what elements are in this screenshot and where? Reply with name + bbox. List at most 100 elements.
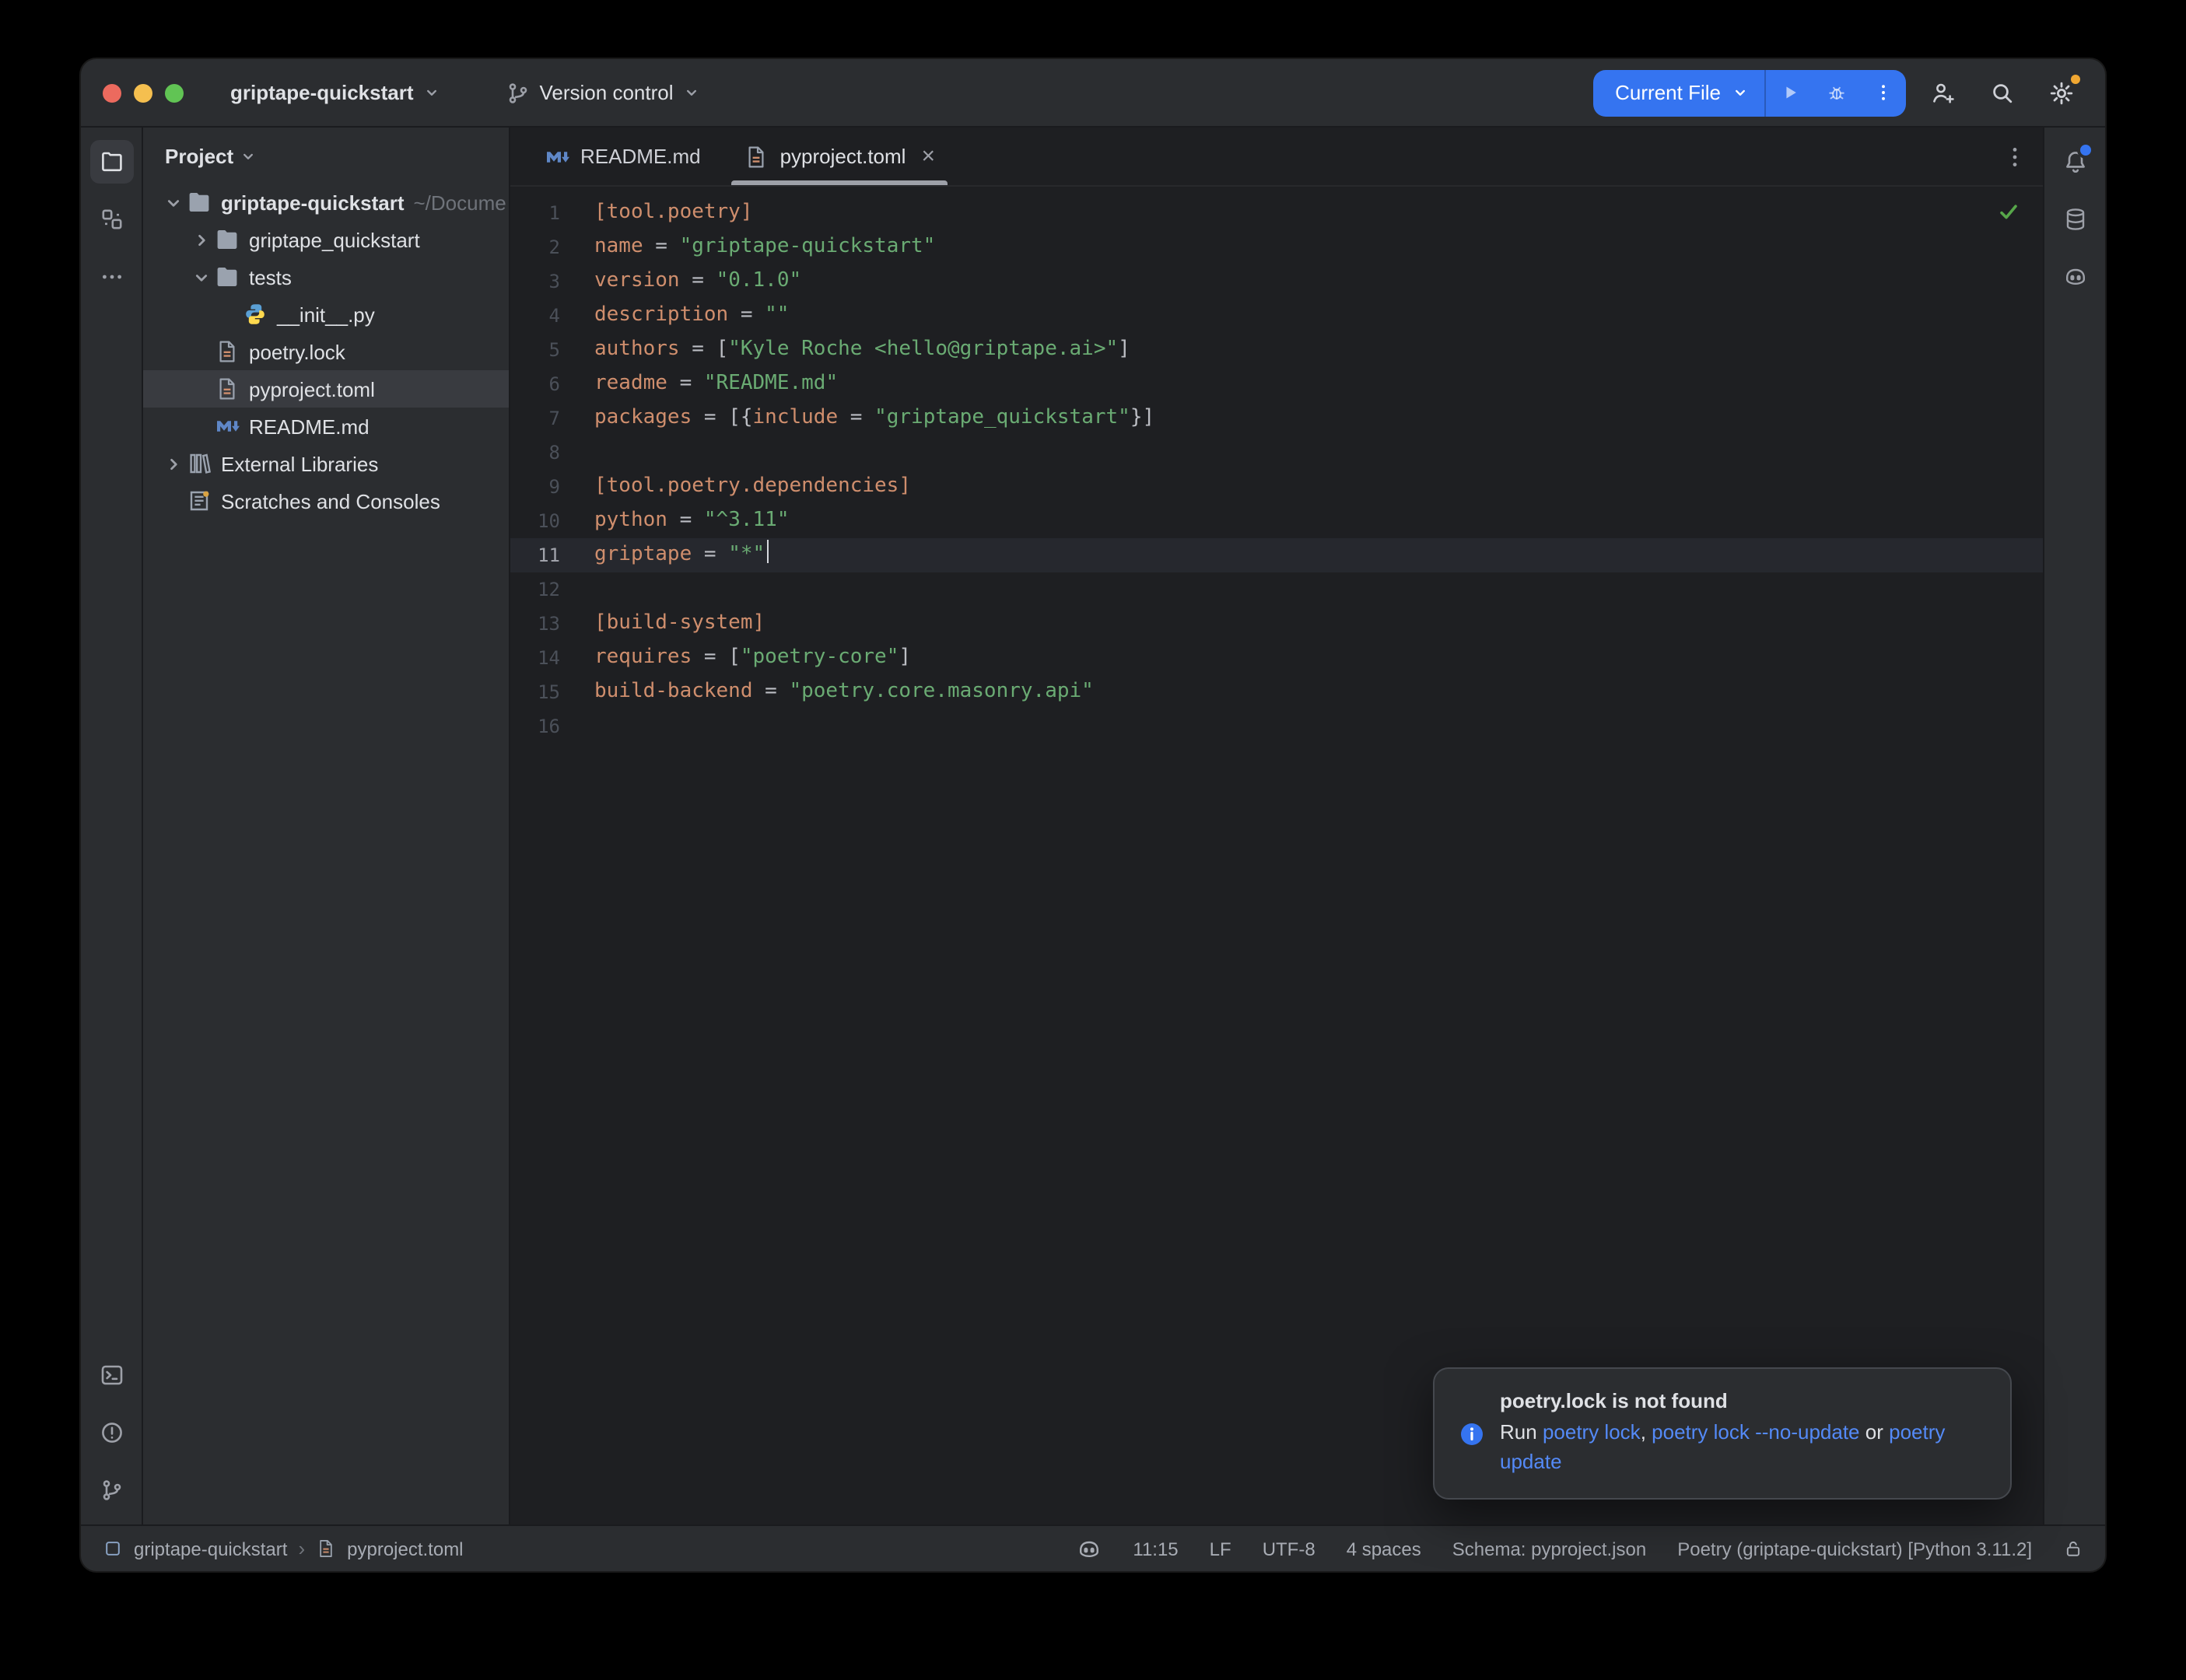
python-icon <box>243 302 268 327</box>
tree-item-label: __init__.py <box>277 303 375 326</box>
status-line-separator[interactable]: LF <box>1210 1538 1231 1559</box>
code-line[interactable]: 8 <box>510 436 2043 470</box>
line-number: 3 <box>510 264 560 299</box>
tree-item[interactable]: README.md <box>143 408 509 445</box>
breadcrumb-file[interactable]: pyproject.toml <box>347 1538 463 1559</box>
code-line[interactable]: 14requires = ["poetry-core"] <box>510 641 2043 675</box>
tree-item[interactable]: __init__.py <box>143 296 509 333</box>
ai-assistant-tool-button[interactable] <box>2053 255 2097 299</box>
run-configuration-selector[interactable]: Current File <box>1593 69 1764 116</box>
tree-item[interactable]: griptape_quickstart <box>143 221 509 258</box>
code-line[interactable]: 9[tool.poetry.dependencies] <box>510 470 2043 504</box>
line-number: 13 <box>510 607 560 641</box>
line-number: 16 <box>510 709 560 744</box>
status-indent[interactable]: 4 spaces <box>1347 1538 1421 1559</box>
breadcrumb-separator: › <box>298 1537 305 1560</box>
tree-item[interactable]: External Libraries <box>143 445 509 482</box>
code-line[interactable]: 12 <box>510 572 2043 607</box>
code-line[interactable]: 7packages = [{include = "griptape_quicks… <box>510 401 2043 436</box>
problems-tool-button[interactable] <box>89 1411 133 1454</box>
project-name-widget[interactable]: griptape-quickstart <box>218 69 453 116</box>
notification-link[interactable]: poetry lock <box>1543 1421 1641 1444</box>
breadcrumb-project[interactable]: griptape-quickstart <box>134 1538 287 1559</box>
tree-item[interactable]: Scratches and Consoles <box>143 482 509 520</box>
chevron-right-icon[interactable] <box>159 453 187 474</box>
tab-README.md[interactable]: README.md <box>523 128 723 185</box>
search-everywhere-button[interactable] <box>1981 71 2024 114</box>
more-run-options-button[interactable] <box>1859 69 1906 116</box>
tab-label: README.md <box>580 145 701 168</box>
lock-icon[interactable] <box>2063 1538 2083 1559</box>
debug-button[interactable] <box>1813 69 1859 116</box>
vcs-widget[interactable]: Version control <box>493 69 713 116</box>
line-number: 11 <box>510 538 560 572</box>
project-tool-button[interactable] <box>89 140 133 184</box>
code-line[interactable]: 6readme = "README.md" <box>510 367 2043 401</box>
code-line[interactable]: 13[build-system] <box>510 607 2043 641</box>
code-text: packages = [{include = "griptape_quickst… <box>594 401 1154 436</box>
chevron-down-icon <box>683 84 700 101</box>
run-button[interactable] <box>1766 69 1813 116</box>
more-tool-windows-button[interactable] <box>89 255 133 299</box>
chevron-down-icon <box>423 84 440 101</box>
scratches-icon <box>187 488 212 513</box>
chevron-down-icon[interactable] <box>159 192 187 212</box>
copilot-icon[interactable] <box>1077 1536 1102 1561</box>
tree-item[interactable]: tests <box>143 258 509 296</box>
tree-item[interactable]: poetry.lock <box>143 333 509 370</box>
bell-icon <box>2062 149 2087 174</box>
tab-options-button[interactable] <box>2002 144 2027 169</box>
tree-item-label: Scratches and Consoles <box>221 489 440 513</box>
code-line[interactable]: 11griptape = "*" <box>510 538 2043 572</box>
status-cursor-position[interactable]: 11:15 <box>1133 1538 1178 1559</box>
notification-link[interactable]: poetry lock --no-update <box>1652 1421 1859 1444</box>
titlebar-right-group: Current File <box>1593 69 2083 116</box>
notifications-button[interactable] <box>2053 140 2097 184</box>
markdown-icon <box>545 144 569 169</box>
minimize-window-button[interactable] <box>134 83 152 102</box>
structure-tool-button[interactable] <box>89 198 133 241</box>
maximize-window-button[interactable] <box>165 83 184 102</box>
status-schema[interactable]: Schema: pyproject.json <box>1452 1538 1646 1559</box>
ai-assistant-icon <box>2062 264 2087 289</box>
chevron-right-icon[interactable] <box>187 229 215 250</box>
status-interpreter[interactable]: Poetry (griptape-quickstart) [Python 3.1… <box>1677 1538 2032 1559</box>
version-control-tool-button[interactable] <box>89 1468 133 1512</box>
code-with-me-button[interactable] <box>1922 71 1965 114</box>
terminal-tool-button[interactable] <box>89 1353 133 1397</box>
project-panel-header[interactable]: Project <box>143 128 509 184</box>
code-line[interactable]: 10python = "^3.11" <box>510 504 2043 538</box>
code-editor[interactable]: 1[tool.poetry]2name = "griptape-quicksta… <box>510 187 2043 1524</box>
code-line[interactable]: 1[tool.poetry] <box>510 196 2043 230</box>
code-line[interactable]: 3version = "0.1.0" <box>510 264 2043 299</box>
tree-item-label: tests <box>249 265 292 289</box>
code-line[interactable]: 2name = "griptape-quickstart" <box>510 230 2043 264</box>
project-square-icon <box>103 1538 123 1559</box>
editor-area: README.md pyproject.toml× 1[tool.poetry]2… <box>510 128 2043 1524</box>
terminal-icon <box>99 1363 124 1388</box>
status-encoding[interactable]: UTF-8 <box>1263 1538 1315 1559</box>
code-line[interactable]: 16 <box>510 709 2043 744</box>
chevron-down-icon[interactable] <box>187 267 215 287</box>
folder-icon <box>187 190 212 215</box>
problems-icon <box>99 1420 124 1445</box>
code-line[interactable]: 5authors = ["Kyle Roche <hello@griptape.… <box>510 333 2043 367</box>
code-line[interactable]: 15build-backend = "poetry.core.masonry.a… <box>510 675 2043 709</box>
screen: griptape-quickstart Version control Curr… <box>0 0 2186 1680</box>
tab-pyproject.toml[interactable]: pyproject.toml× <box>723 128 957 185</box>
database-tool-button[interactable] <box>2053 198 2097 241</box>
settings-button[interactable] <box>2040 71 2083 114</box>
line-number: 8 <box>510 436 560 470</box>
tree-item[interactable]: griptape-quickstart~/Docume <box>143 184 509 221</box>
close-window-button[interactable] <box>103 83 121 102</box>
structure-icon <box>99 207 124 232</box>
folder-icon <box>215 264 240 289</box>
code-text: [tool.poetry] <box>594 196 753 230</box>
tree-item[interactable]: pyproject.toml <box>143 370 509 408</box>
inspections-passed-icon[interactable] <box>1996 199 2021 224</box>
run-widget: Current File <box>1593 69 1906 116</box>
titlebar: griptape-quickstart Version control Curr… <box>81 59 2105 128</box>
code-line[interactable]: 4description = "" <box>510 299 2043 333</box>
line-number: 9 <box>510 470 560 504</box>
close-icon[interactable]: × <box>921 145 935 168</box>
